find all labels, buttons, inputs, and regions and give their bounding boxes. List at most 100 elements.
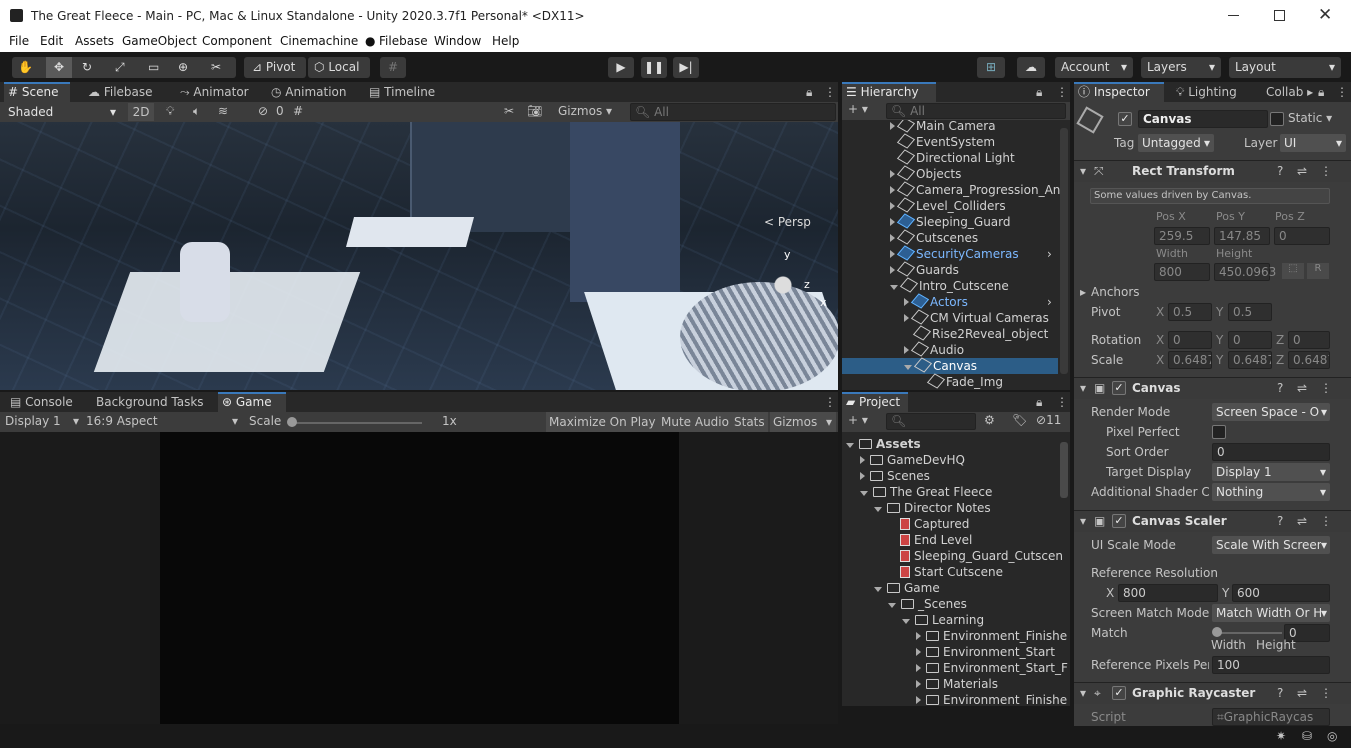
- project-item[interactable]: Sleeping_Guard_Cutscen: [900, 548, 1063, 564]
- menu-filebase[interactable]: Filebase: [379, 34, 428, 48]
- blueprint-icon[interactable]: ⬚: [1282, 263, 1304, 279]
- close-icon[interactable]: ✕: [1318, 5, 1332, 25]
- height-field[interactable]: 450.0963: [1214, 263, 1276, 281]
- auto-generate-icon[interactable]: ◎: [1327, 729, 1337, 743]
- help-icon[interactable]: ?: [1277, 381, 1283, 395]
- hierarchy-item[interactable]: Actors: [904, 293, 968, 310]
- layers-dropdown[interactable]: Layers ▾: [1141, 57, 1221, 78]
- tab-collab[interactable]: Collab ▸: [1262, 82, 1313, 102]
- project-item[interactable]: Scenes: [860, 468, 930, 484]
- local-toggle[interactable]: ⬡ Local: [308, 57, 370, 78]
- tab-hierarchy[interactable]: ☰ Hierarchy: [842, 82, 936, 102]
- match-slider[interactable]: [1216, 632, 1282, 634]
- hierarchy-item[interactable]: Sleeping_Guard: [890, 213, 1011, 230]
- canvas-scaler-enabled-checkbox[interactable]: ✓: [1112, 514, 1126, 528]
- minimize-icon[interactable]: [1228, 15, 1239, 16]
- tab-animator[interactable]: ⤳ Animator: [176, 82, 249, 102]
- lock-icon[interactable]: 🔒︎: [1314, 82, 1324, 102]
- project-item[interactable]: Captured: [900, 516, 969, 532]
- static-dropdown[interactable]: Static ▾: [1288, 111, 1332, 125]
- expand-arrow-icon[interactable]: [890, 250, 895, 258]
- collapse-arrow-icon[interactable]: ▾: [1080, 686, 1086, 700]
- expand-arrow-icon[interactable]: [890, 202, 895, 210]
- rot-y-field[interactable]: 0: [1228, 331, 1272, 349]
- aspect-dropdown[interactable]: 16:9 Aspect ▾: [86, 414, 240, 428]
- help-icon[interactable]: ?: [1277, 686, 1283, 700]
- filter-label-icon[interactable]: 🏷︎: [1012, 413, 1027, 427]
- hierarchy-item-selected[interactable]: Canvas: [842, 357, 1058, 374]
- menu-gameobject[interactable]: GameObject: [122, 34, 197, 48]
- scale-x-field[interactable]: 0.6487: [1168, 351, 1212, 369]
- tab-animation[interactable]: ◷ Animation: [267, 82, 346, 102]
- more-icon[interactable]: ⋮: [1052, 392, 1068, 412]
- expand-arrow-icon[interactable]: [860, 472, 865, 480]
- lock-icon[interactable]: 🔒︎: [802, 82, 812, 102]
- shader-channels-dropdown[interactable]: Nothing ▾: [1212, 483, 1330, 501]
- tag-dropdown[interactable]: Untagged ▾: [1138, 134, 1214, 152]
- expand-arrow-icon[interactable]: [916, 680, 921, 688]
- expand-arrow-icon[interactable]: [916, 696, 921, 704]
- static-checkbox[interactable]: [1270, 112, 1284, 126]
- project-item[interactable]: Assets: [846, 436, 921, 452]
- raycaster-enabled-checkbox[interactable]: ✓: [1112, 686, 1126, 700]
- layer-dropdown[interactable]: UI ▾: [1280, 134, 1346, 152]
- more-icon[interactable]: ⋮: [1320, 514, 1332, 528]
- rot-z-field[interactable]: 0: [1288, 331, 1330, 349]
- collapse-arrow-icon[interactable]: [888, 603, 896, 608]
- hand-tool-icon[interactable]: ✋: [18, 57, 33, 78]
- collapse-arrow-icon[interactable]: [890, 285, 898, 290]
- project-item[interactable]: End Level: [900, 532, 972, 548]
- hierarchy-item[interactable]: Fade_Img: [926, 373, 1003, 390]
- project-scrollbar[interactable]: [1060, 442, 1068, 498]
- hierarchy-item[interactable]: Camera_Progression_Ang: [890, 181, 1068, 198]
- display-dropdown[interactable]: Display 1 ▾: [5, 414, 81, 428]
- project-item[interactable]: Environment_Start: [916, 644, 1055, 660]
- help-icon[interactable]: ?: [1277, 514, 1283, 528]
- camera-icon[interactable]: 📷︎: [527, 104, 542, 118]
- hierarchy-item[interactable]: EventSystem: [896, 133, 995, 150]
- tab-scene[interactable]: # Scene: [4, 82, 70, 102]
- maximize-icon[interactable]: [1274, 10, 1285, 21]
- collapse-arrow-icon[interactable]: [904, 365, 912, 370]
- lock-icon[interactable]: 🔒︎: [1032, 392, 1042, 412]
- game-gizmos-dropdown[interactable]: Gizmos ▾: [770, 412, 836, 432]
- filter-type-icon[interactable]: ⚙: [984, 413, 995, 427]
- script-field[interactable]: ⌗GraphicRaycas: [1212, 708, 1330, 726]
- tab-inspector[interactable]: ⓘ Inspector: [1074, 82, 1164, 102]
- hierarchy-item[interactable]: Rise2Reveal_object: [912, 325, 1048, 342]
- posx-field[interactable]: 259.5: [1154, 227, 1210, 245]
- hierarchy-item[interactable]: Level_Colliders: [890, 197, 1006, 214]
- layout-dropdown[interactable]: Layout ▾: [1229, 57, 1341, 78]
- project-item[interactable]: Learning: [902, 612, 984, 628]
- collab-icon[interactable]: ⊞: [977, 57, 1005, 78]
- tab-filebase[interactable]: ☁ Filebase: [84, 82, 153, 102]
- add-icon[interactable]: + ▾: [848, 102, 868, 116]
- project-item[interactable]: Environment_Start_F: [916, 660, 1068, 676]
- pivot-x-field[interactable]: 0.5: [1168, 303, 1212, 321]
- add-icon[interactable]: + ▾: [848, 413, 868, 427]
- cloud-icon[interactable]: ☁: [1017, 57, 1045, 78]
- expand-arrow-icon[interactable]: [860, 456, 865, 464]
- scene-search-input[interactable]: 🔍︎ All: [630, 103, 836, 121]
- lighting-icon[interactable]: 💡︎: [166, 104, 174, 119]
- menu-component[interactable]: Component: [202, 34, 272, 48]
- chevron-right-icon[interactable]: ›: [1047, 246, 1052, 262]
- more-icon[interactable]: ⋮: [1320, 686, 1332, 700]
- expand-arrow-icon[interactable]: [904, 298, 909, 306]
- project-item[interactable]: Start Cutscene: [900, 564, 1003, 580]
- hierarchy-item[interactable]: Main Camera: [890, 120, 996, 134]
- mute-audio-toggle[interactable]: Mute Audio: [658, 412, 732, 432]
- pivot-y-field[interactable]: 0.5: [1228, 303, 1272, 321]
- more-icon[interactable]: ⋮: [1320, 381, 1332, 395]
- more-icon[interactable]: ⋮: [820, 82, 836, 102]
- expand-arrow-icon[interactable]: [890, 170, 895, 178]
- collapse-arrow-icon[interactable]: [860, 491, 868, 496]
- project-item[interactable]: Materials: [916, 676, 998, 692]
- help-icon[interactable]: ?: [1277, 164, 1283, 178]
- sort-order-field[interactable]: 0: [1212, 443, 1330, 461]
- scale-z-field[interactable]: 0.6487: [1288, 351, 1330, 369]
- menu-file[interactable]: File: [9, 34, 29, 48]
- object-name-field[interactable]: Canvas: [1138, 110, 1268, 128]
- screen-match-mode-dropdown[interactable]: Match Width Or H ▾: [1212, 604, 1330, 622]
- expand-arrow-icon[interactable]: [916, 632, 921, 640]
